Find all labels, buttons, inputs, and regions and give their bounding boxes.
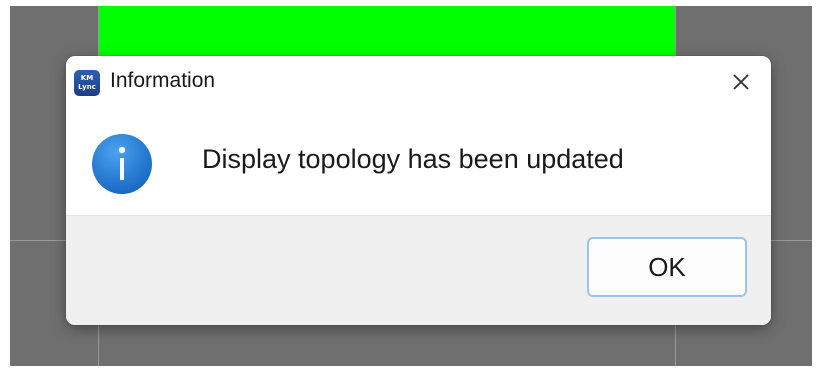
close-button[interactable] <box>711 56 771 108</box>
close-icon <box>733 74 749 90</box>
dialog-footer: OK <box>66 215 771 325</box>
dialog-content: Display topology has been updated <box>66 108 771 215</box>
app-icon-text-line1: KM <box>80 74 94 82</box>
information-dialog: KM Lync Information Display topology has… <box>66 56 771 325</box>
app-icon-text-line2: Lync <box>78 83 96 91</box>
ok-button[interactable]: OK <box>587 237 747 297</box>
desktop-background: KM Lync Information Display topology has… <box>10 6 812 366</box>
info-icon <box>92 134 152 194</box>
dialog-title: Information <box>110 69 216 92</box>
dialog-message: Display topology has been updated <box>202 144 624 174</box>
dialog-titlebar: KM Lync Information <box>66 56 771 108</box>
app-icon: KM Lync <box>74 70 100 96</box>
